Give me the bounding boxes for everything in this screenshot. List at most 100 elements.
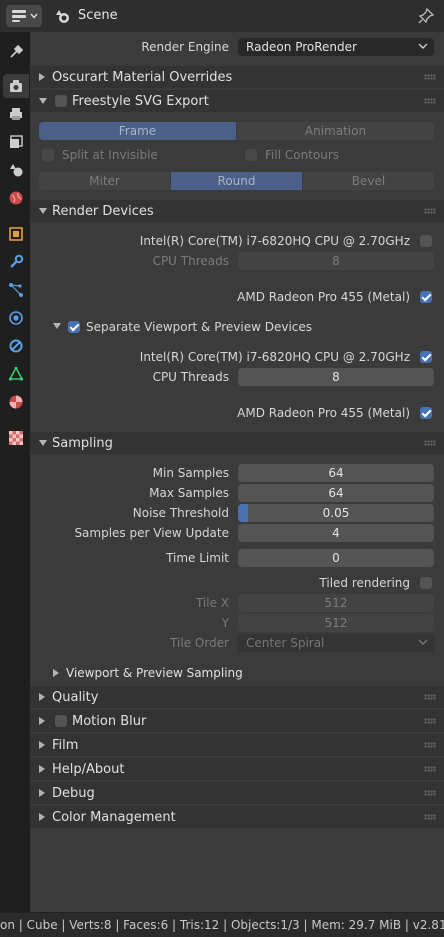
tab-constraints[interactable] bbox=[3, 334, 29, 358]
tile-x-field[interactable]: 512 bbox=[238, 594, 434, 612]
freestyle-svg-enable-checkbox[interactable] bbox=[55, 95, 67, 107]
tab-render[interactable] bbox=[3, 74, 29, 98]
render-engine-label: Render Engine bbox=[141, 40, 229, 54]
separate-viewport-label: Separate Viewport & Preview Devices bbox=[86, 320, 313, 334]
viewport-cpu-device-checkbox[interactable] bbox=[420, 351, 432, 363]
viewport-cpu-threads-label: CPU Threads bbox=[152, 370, 229, 384]
collapse-arrow-icon[interactable] bbox=[53, 323, 61, 329]
panel-debug-header[interactable]: Debug bbox=[30, 782, 444, 804]
drag-handle-icon[interactable] bbox=[424, 814, 436, 820]
view-layer-icon bbox=[10, 135, 23, 148]
status-text: on | Cube | Verts:8 | Faces:6 | Tris:12 … bbox=[0, 918, 444, 932]
constraints-icon bbox=[9, 339, 23, 353]
tile-order-label: Tile Order bbox=[170, 636, 229, 650]
panel-help-about-header[interactable]: Help/About bbox=[30, 758, 444, 780]
panel-oscurart-header[interactable]: Oscurart Material Overrides bbox=[30, 66, 444, 88]
render-icon bbox=[10, 80, 22, 92]
tab-output[interactable] bbox=[3, 102, 29, 126]
cpu-threads-label: CPU Threads bbox=[152, 254, 229, 268]
cpu-threads-field[interactable]: 8 bbox=[238, 252, 434, 270]
tab-physics[interactable] bbox=[3, 306, 29, 330]
viewport-cpu-threads-field[interactable]: 8 bbox=[238, 368, 434, 386]
chevron-down-icon bbox=[418, 43, 428, 49]
tab-view-layer[interactable] bbox=[3, 130, 29, 154]
join-miter-button[interactable]: Miter bbox=[39, 172, 170, 190]
drag-handle-icon[interactable] bbox=[424, 718, 436, 724]
join-round-button[interactable]: Round bbox=[171, 172, 302, 190]
cpu-device-checkbox[interactable] bbox=[420, 235, 432, 247]
noise-threshold-label: Noise Threshold bbox=[132, 506, 229, 520]
panel-freestyle-svg-header[interactable]: Freestyle SVG Export bbox=[30, 90, 444, 112]
tab-data[interactable] bbox=[3, 362, 29, 386]
split-at-invisible-checkbox[interactable] bbox=[42, 149, 54, 161]
split-at-invisible-label: Split at Invisible bbox=[62, 148, 158, 162]
panel-film-header[interactable]: Film bbox=[30, 734, 444, 756]
panel-motion-blur-header[interactable]: Motion Blur bbox=[30, 710, 444, 732]
tab-material[interactable] bbox=[3, 390, 29, 414]
drag-handle-icon[interactable] bbox=[424, 208, 436, 214]
panel-sampling-header[interactable]: Sampling bbox=[30, 432, 444, 454]
time-limit-field[interactable]: 0 bbox=[238, 549, 434, 567]
context-title: Scene bbox=[78, 8, 118, 23]
max-samples-field[interactable]: 64 bbox=[238, 484, 434, 502]
tile-order-dropdown[interactable]: Center Spiral bbox=[238, 634, 434, 652]
subpanel-title: Viewport & Preview Sampling bbox=[66, 666, 243, 680]
separate-viewport-checkbox[interactable] bbox=[68, 321, 80, 333]
panel-title: Quality bbox=[52, 690, 99, 705]
gpu-device-checkbox[interactable] bbox=[420, 291, 432, 303]
panel-color-management-header[interactable]: Color Management bbox=[30, 806, 444, 828]
drag-handle-icon[interactable] bbox=[424, 694, 436, 700]
tab-modifiers[interactable] bbox=[3, 250, 29, 274]
viewport-gpu-device-checkbox[interactable] bbox=[420, 407, 432, 419]
fill-contours-checkbox[interactable] bbox=[245, 149, 257, 161]
properties-tab-bar bbox=[0, 32, 30, 912]
stroke-join-segmented: Miter Round Bevel bbox=[39, 172, 434, 190]
drag-handle-icon[interactable] bbox=[424, 742, 436, 748]
samples-per-view-label: Samples per View Update bbox=[74, 526, 229, 540]
tab-object[interactable] bbox=[3, 222, 29, 246]
render-engine-dropdown[interactable]: Radeon ProRender bbox=[238, 38, 434, 56]
tiled-rendering-checkbox[interactable] bbox=[420, 577, 432, 589]
noise-threshold-slider[interactable]: 0.05 bbox=[238, 504, 434, 522]
render-engine-value: Radeon ProRender bbox=[246, 40, 357, 54]
motion-blur-checkbox[interactable] bbox=[55, 715, 67, 727]
mode-frame-button[interactable]: Frame bbox=[39, 122, 236, 140]
wrench-icon bbox=[10, 254, 24, 268]
panel-title: Debug bbox=[52, 786, 95, 801]
collapse-arrow-icon bbox=[39, 440, 47, 446]
min-samples-label: Min Samples bbox=[152, 466, 229, 480]
expand-arrow-icon bbox=[39, 73, 45, 81]
panel-quality-header[interactable]: Quality bbox=[30, 686, 444, 708]
drag-handle-icon[interactable] bbox=[424, 440, 436, 446]
noise-threshold-fill bbox=[238, 504, 248, 522]
subpanel-viewport-preview-sampling[interactable]: Viewport & Preview Sampling bbox=[44, 662, 434, 684]
max-samples-label: Max Samples bbox=[149, 486, 229, 500]
expand-arrow-icon bbox=[39, 693, 45, 701]
panel-title: Film bbox=[52, 738, 79, 753]
pin-icon[interactable] bbox=[417, 7, 435, 25]
noise-threshold-value: 0.05 bbox=[322, 506, 350, 520]
drag-handle-icon[interactable] bbox=[424, 98, 436, 104]
samples-per-view-field[interactable]: 4 bbox=[238, 524, 434, 542]
mode-animation-button[interactable]: Animation bbox=[237, 122, 434, 140]
min-samples-field[interactable]: 64 bbox=[238, 464, 434, 482]
drag-handle-icon[interactable] bbox=[424, 74, 436, 80]
join-bevel-button[interactable]: Bevel bbox=[303, 172, 434, 190]
panel-title: Motion Blur bbox=[72, 714, 147, 729]
properties-editor-icon bbox=[11, 10, 26, 22]
drag-handle-icon[interactable] bbox=[424, 766, 436, 772]
tab-texture[interactable] bbox=[3, 426, 29, 450]
tab-particles[interactable] bbox=[3, 278, 29, 302]
drag-handle-icon[interactable] bbox=[424, 790, 436, 796]
tab-scene[interactable] bbox=[3, 158, 29, 182]
tab-tool[interactable] bbox=[3, 40, 29, 64]
tab-world[interactable] bbox=[3, 186, 29, 210]
expand-arrow-icon bbox=[39, 717, 45, 725]
tile-x-label: Tile X bbox=[195, 596, 229, 610]
editor-type-button[interactable] bbox=[6, 5, 42, 27]
fill-contours-label: Fill Contours bbox=[265, 148, 340, 162]
tile-y-field[interactable]: 512 bbox=[238, 614, 434, 632]
object-icon bbox=[9, 227, 23, 241]
panel-render-devices-header[interactable]: Render Devices bbox=[30, 200, 444, 222]
chevron-down-icon bbox=[418, 639, 428, 645]
